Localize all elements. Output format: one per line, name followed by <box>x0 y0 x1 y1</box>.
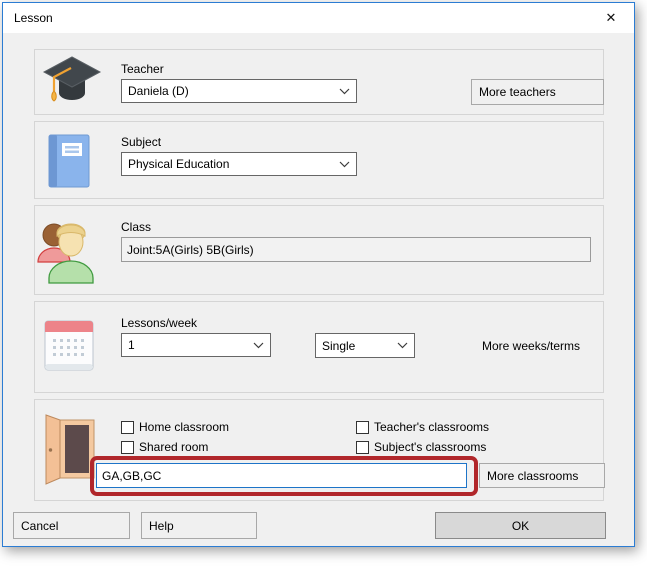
more-classrooms-button[interactable]: More classrooms <box>479 463 605 488</box>
title-bar: Lesson ✕ <box>3 3 634 33</box>
subject-label: Subject <box>121 135 161 149</box>
subjects-classrooms-label: Subject's classrooms <box>374 440 486 454</box>
lesson-dialog: Lesson ✕ Teacher Daniela (D) More teache… <box>2 2 635 547</box>
shared-room-label: Shared room <box>139 440 208 454</box>
chevron-down-icon <box>253 342 264 349</box>
classrooms-input[interactable]: GA,GB,GC <box>96 463 467 488</box>
cancel-button[interactable]: Cancel <box>13 512 130 539</box>
teacher-selected-value: Daniela (D) <box>128 84 339 98</box>
subject-section: Subject Physical Education <box>34 121 604 199</box>
subject-selected-value: Physical Education <box>128 157 339 171</box>
home-classroom-checkbox[interactable] <box>121 421 134 434</box>
class-section: Class Joint:5A(Girls) 5B(Girls) <box>34 205 604 295</box>
lesson-duration-select[interactable]: Single <box>315 333 415 358</box>
lessons-section: Lessons/week 1 Single More weeks/terms <box>34 301 604 393</box>
more-teachers-button[interactable]: More teachers <box>471 79 604 105</box>
door-icon <box>44 414 96 486</box>
calendar-icon <box>44 318 94 373</box>
chevron-down-icon <box>397 342 408 349</box>
close-icon[interactable]: ✕ <box>594 6 628 30</box>
graduation-cap-icon <box>42 55 102 113</box>
class-label: Class <box>121 220 151 234</box>
teacher-section: Teacher Daniela (D) More teachers <box>34 49 604 115</box>
book-icon <box>46 134 90 188</box>
dialog-title: Lesson <box>14 11 53 25</box>
shared-room-option: Shared room <box>121 440 208 454</box>
help-button[interactable]: Help <box>141 512 257 539</box>
teachers-classrooms-checkbox[interactable] <box>356 421 369 434</box>
chevron-down-icon <box>339 88 350 95</box>
ok-button[interactable]: OK <box>435 512 606 539</box>
teacher-label: Teacher <box>121 62 164 76</box>
class-value-field: Joint:5A(Girls) 5B(Girls) <box>121 237 591 262</box>
subjects-classrooms-option: Subject's classrooms <box>356 440 486 454</box>
home-classroom-label: Home classroom <box>139 420 229 434</box>
students-icon <box>36 220 94 284</box>
lessons-count-value: 1 <box>128 338 253 352</box>
teachers-classrooms-label: Teacher's classrooms <box>374 420 489 434</box>
lessons-per-week-label: Lessons/week <box>121 316 197 330</box>
home-classroom-option: Home classroom <box>121 420 229 434</box>
teachers-classrooms-option: Teacher's classrooms <box>356 420 489 434</box>
teacher-select[interactable]: Daniela (D) <box>121 79 357 103</box>
lesson-duration-value: Single <box>322 339 397 353</box>
subjects-classrooms-checkbox[interactable] <box>356 441 369 454</box>
rooms-section: Home classroom Shared room Teacher's cla… <box>34 399 604 501</box>
chevron-down-icon <box>339 161 350 168</box>
more-weeks-terms-link[interactable]: More weeks/terms <box>482 339 580 353</box>
shared-room-checkbox[interactable] <box>121 441 134 454</box>
subject-select[interactable]: Physical Education <box>121 152 357 176</box>
lessons-count-select[interactable]: 1 <box>121 333 271 357</box>
